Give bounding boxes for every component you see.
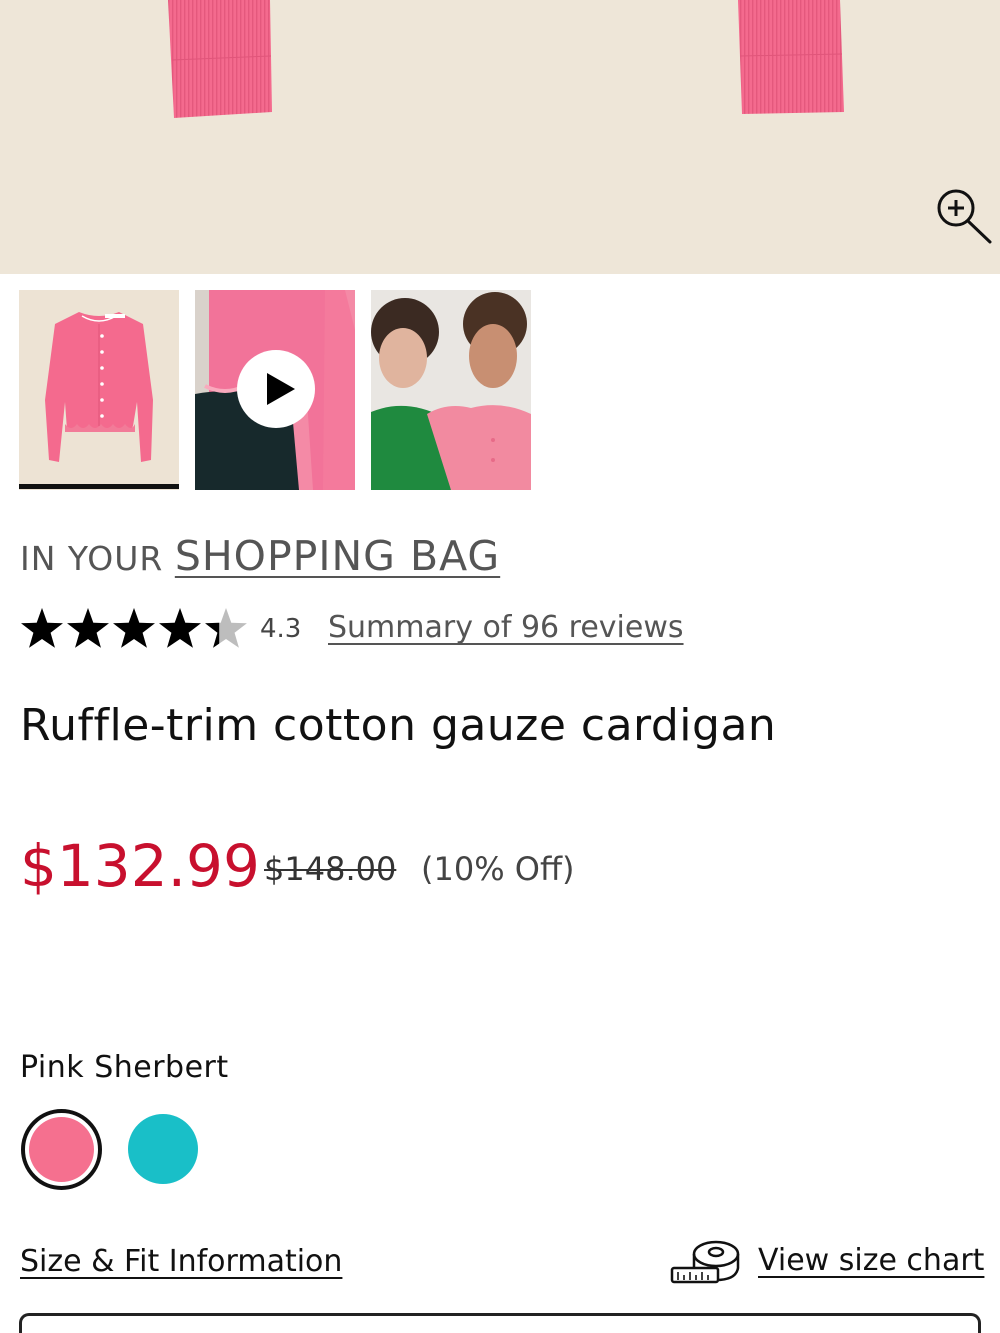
thumbnail-video[interactable]	[195, 290, 355, 490]
rating-value: 4.3	[260, 614, 302, 644]
product-hero-image[interactable]	[0, 0, 1000, 274]
swatch-fill	[29, 1117, 94, 1182]
size-selector[interactable]	[19, 1313, 981, 1333]
product-title: Ruffle-trim cotton gauze cardigan	[20, 700, 777, 751]
star-full-icon	[67, 608, 109, 648]
star-full-icon	[113, 608, 155, 648]
flat-lay-image	[19, 290, 179, 490]
play-icon[interactable]	[237, 350, 315, 428]
bag-notice-prefix: IN YOUR	[20, 539, 175, 578]
thumbnail-models[interactable]	[371, 290, 531, 490]
star-full-icon	[159, 608, 201, 648]
sale-price: $132.99	[20, 832, 260, 900]
color-swatch-pink-sherbert[interactable]	[21, 1109, 102, 1190]
star-rating-icon	[21, 608, 247, 648]
cardigan-sleeves-image	[168, 0, 844, 118]
shopping-bag-notice: IN YOUR SHOPPING BAG	[20, 532, 500, 580]
shopping-bag-link[interactable]: SHOPPING BAG	[175, 532, 500, 580]
selected-color-name: Pink Sherbert	[20, 1050, 229, 1085]
tape-measure-icon	[670, 1240, 740, 1284]
original-price: $148.00	[264, 850, 397, 888]
selected-thumbnail-indicator	[19, 484, 179, 489]
view-size-chart-link[interactable]: View size chart	[758, 1243, 984, 1278]
thumbnail-flat-lay[interactable]	[19, 290, 179, 490]
size-fit-information-link[interactable]: Size & Fit Information	[20, 1244, 342, 1279]
zoom-in-icon[interactable]	[930, 184, 994, 248]
reviews-summary-link[interactable]: Summary of 96 reviews	[328, 610, 684, 645]
models-image	[371, 290, 531, 490]
star-full-icon	[21, 608, 63, 648]
color-swatch-teal[interactable]	[128, 1114, 198, 1184]
discount-label: (10% Off)	[421, 850, 575, 888]
